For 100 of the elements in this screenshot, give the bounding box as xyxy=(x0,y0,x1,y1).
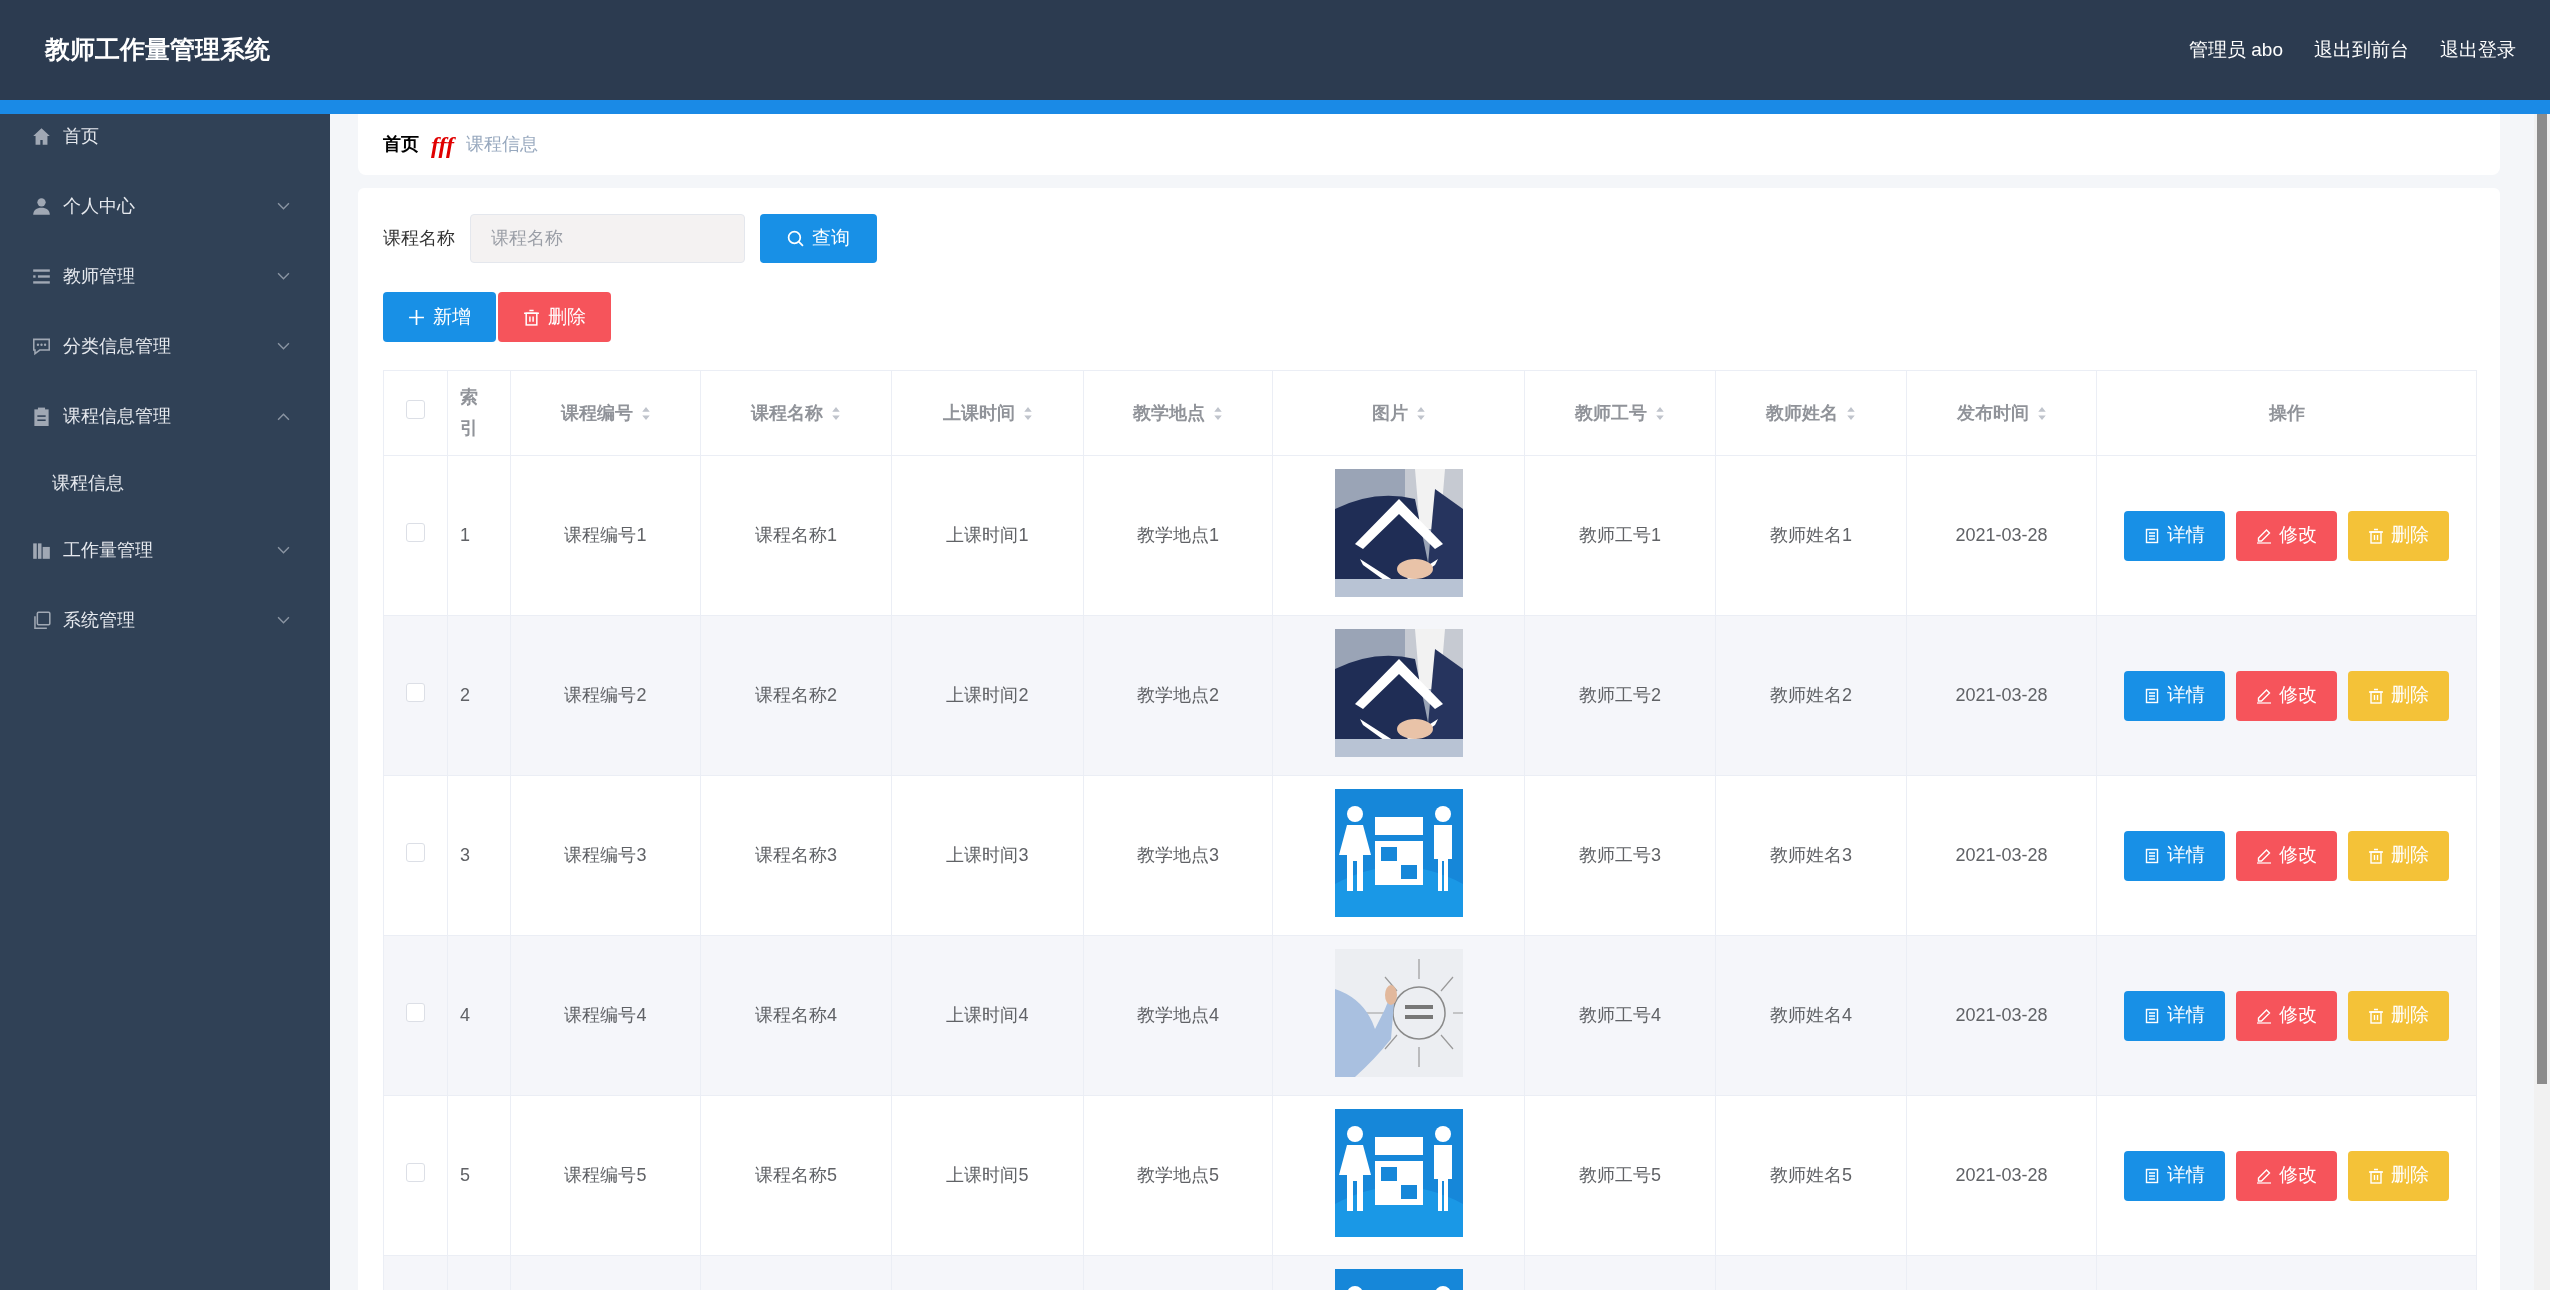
trash-icon xyxy=(2368,1167,2384,1184)
menu-label: 首页 xyxy=(63,124,100,148)
table-cell: 教学地点5 xyxy=(1137,1165,1219,1185)
column-header[interactable]: 发布时间 xyxy=(1956,399,2029,427)
menu-label: 课程信息管理 xyxy=(63,404,172,428)
delete-button[interactable]: 删除 xyxy=(2348,990,2449,1041)
edit-button[interactable]: 修改 xyxy=(2236,670,2337,721)
clipboard-icon xyxy=(32,406,51,426)
header-link[interactable]: 退出登录 xyxy=(2440,35,2516,65)
delete-button[interactable]: 删除 xyxy=(2348,510,2449,561)
pencil-icon xyxy=(2256,527,2272,544)
table-cell: 教学地点1 xyxy=(1137,525,1219,545)
search-label: 课程名称 xyxy=(383,227,455,250)
chat-icon xyxy=(32,336,51,356)
table-cell: 课程编号4 xyxy=(564,1005,647,1025)
table-cell: 课程名称5 xyxy=(755,1165,837,1185)
search-button[interactable]: 查询 xyxy=(760,214,877,263)
table-cell: 教师姓名4 xyxy=(1770,1005,1852,1025)
table-cell: 2021-03-28 xyxy=(1955,685,2048,705)
edit-button[interactable]: 修改 xyxy=(2236,830,2337,881)
column-header[interactable]: 上课时间 xyxy=(942,399,1015,427)
table-cell: 2021-03-28 xyxy=(1955,1165,2048,1185)
table-cell: 2021-03-28 xyxy=(1955,525,2048,545)
menu-label: 教师管理 xyxy=(63,264,136,288)
detail-button[interactable]: 详情 xyxy=(2124,510,2225,561)
menu-label: 工作量管理 xyxy=(63,538,154,562)
menu-item[interactable]: 个人中心 xyxy=(0,171,330,241)
checkbox[interactable] xyxy=(406,400,425,419)
table-cell: 课程名称3 xyxy=(755,845,837,865)
table-cell: 课程名称4 xyxy=(755,1005,837,1025)
table-cell: 2021-03-28 xyxy=(1955,845,2048,865)
trash-icon xyxy=(2368,527,2384,544)
column-header[interactable]: 教学地点 xyxy=(1133,399,1205,427)
table-cell: 课程编号2 xyxy=(564,685,647,705)
search-field[interactable]: 课程名称 xyxy=(470,214,745,263)
table-cell: 教师工号2 xyxy=(1579,685,1661,705)
checkbox[interactable] xyxy=(406,522,425,542)
table-cell: 教师工号5 xyxy=(1579,1165,1661,1185)
checkbox[interactable] xyxy=(406,1002,425,1022)
search-icon xyxy=(787,230,804,247)
menu-item[interactable]: 课程信息管理 xyxy=(0,381,330,451)
breadcrumb-separator: fff xyxy=(431,132,455,157)
delete-button[interactable]: 删除 xyxy=(2348,1150,2449,1201)
user-link[interactable]: 管理员 abo xyxy=(2189,35,2283,65)
column-header[interactable]: 教师工号 xyxy=(1575,399,1647,427)
row-index: 1 xyxy=(460,525,470,545)
delete-button[interactable]: 删除 xyxy=(2348,830,2449,881)
column-header[interactable]: 课程名称 xyxy=(751,399,823,427)
table-cell: 2021-03-28 xyxy=(1955,1005,2048,1025)
checkbox[interactable] xyxy=(406,682,425,702)
breadcrumb-link[interactable]: 课程信息 xyxy=(466,131,539,158)
edit-button[interactable]: 修改 xyxy=(2236,510,2337,561)
app-title: 教师工作量管理系统 xyxy=(45,34,270,66)
menu-item[interactable]: 首页 xyxy=(0,114,330,171)
checkbox[interactable] xyxy=(406,1162,425,1182)
table-cell: 课程名称2 xyxy=(755,685,837,705)
column-header[interactable]: 课程编号 xyxy=(560,399,633,427)
table-cell: 上课时间3 xyxy=(946,845,1029,865)
edit-button[interactable]: 修改 xyxy=(2236,990,2337,1041)
header-link[interactable]: 退出到前台 xyxy=(2314,35,2409,65)
detail-button[interactable]: 详情 xyxy=(2124,830,2225,881)
breadcrumb-link[interactable]: 首页 xyxy=(383,131,419,158)
checkbox[interactable] xyxy=(406,842,425,862)
menu-item[interactable]: 分类信息管理 xyxy=(0,311,330,381)
menu-item[interactable]: 系统管理 xyxy=(0,585,330,655)
submenu-item[interactable]: 课程信息 xyxy=(0,451,330,515)
document-icon xyxy=(2144,847,2160,864)
table-cell: 教学地点3 xyxy=(1137,845,1219,865)
menu-item[interactable]: 工作量管理 xyxy=(0,515,330,585)
detail-button[interactable]: 详情 xyxy=(2124,670,2225,721)
table-cell: 教师姓名3 xyxy=(1770,845,1852,865)
detail-button[interactable]: 详情 xyxy=(2124,1150,2225,1201)
detail-button[interactable]: 详情 xyxy=(2124,990,2225,1041)
home-icon xyxy=(32,126,51,146)
scrollbar[interactable] xyxy=(2534,114,2550,1290)
delete-button[interactable]: 删除 xyxy=(2348,670,2449,721)
menu-label: 系统管理 xyxy=(63,608,136,632)
pencil-icon xyxy=(2256,847,2272,864)
delete-button[interactable]: 删除 xyxy=(498,292,611,342)
column-header[interactable]: 操作 xyxy=(2268,399,2305,427)
trash-icon xyxy=(523,308,540,326)
table-cell: 教师姓名5 xyxy=(1770,1165,1852,1185)
table-cell: 教师姓名1 xyxy=(1770,525,1852,545)
trash-icon xyxy=(2368,687,2384,704)
pencil-icon xyxy=(2256,1007,2272,1024)
menu-item[interactable]: 教师管理 xyxy=(0,241,330,311)
add-button[interactable]: 新增 xyxy=(383,292,496,342)
list-icon xyxy=(32,266,51,286)
scrollbar-thumb[interactable] xyxy=(2537,114,2547,1084)
pencil-icon xyxy=(2256,1167,2272,1184)
pencil-icon xyxy=(2256,687,2272,704)
trash-icon xyxy=(2368,847,2384,864)
menu-label: 个人中心 xyxy=(63,194,136,218)
table-cell: 教学地点4 xyxy=(1137,1005,1219,1025)
table-cell: 教学地点2 xyxy=(1137,685,1219,705)
column-header[interactable]: 图片 xyxy=(1371,399,1408,427)
edit-button[interactable]: 修改 xyxy=(2236,1150,2337,1201)
column-header[interactable]: 教师姓名 xyxy=(1766,399,1838,427)
bar-chart-icon xyxy=(32,540,51,560)
table-cell: 上课时间1 xyxy=(946,525,1029,545)
